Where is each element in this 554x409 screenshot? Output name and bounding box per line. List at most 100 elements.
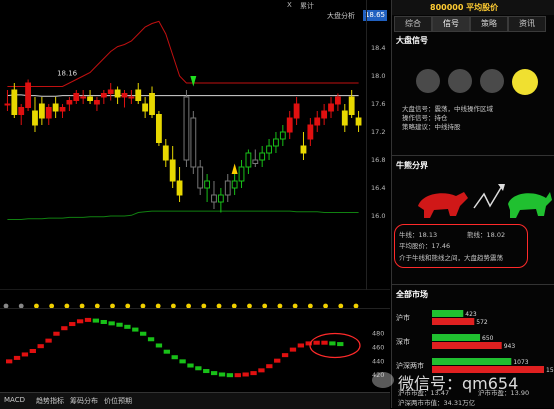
market-label: 沪深两市 <box>396 361 424 370</box>
market-bar-up <box>432 334 481 341</box>
momentum-bar <box>163 349 170 354</box>
candle <box>328 97 334 118</box>
market-bar-down <box>432 342 502 349</box>
momentum-panel[interactable]: 480 460 440 420 <box>0 308 390 393</box>
candle <box>128 90 135 104</box>
momentum-bar <box>266 364 273 369</box>
candle <box>87 90 93 104</box>
momentum-bar <box>132 327 139 332</box>
candle <box>314 111 321 132</box>
section-divider <box>392 155 554 156</box>
candle <box>190 111 197 174</box>
market-bar-up <box>432 310 464 317</box>
candle <box>245 149 252 174</box>
dapan-line-3: 策略建议：中线持股 <box>402 123 461 131</box>
candle <box>121 90 128 108</box>
tab-overview[interactable]: 综合 <box>394 16 432 32</box>
momentum-bar <box>37 344 44 349</box>
candle <box>197 160 204 195</box>
market-label: 深市 <box>396 337 410 346</box>
candle <box>11 83 18 118</box>
section-divider-2 <box>392 284 554 285</box>
candle <box>59 104 66 118</box>
candle <box>266 139 272 160</box>
market-value-down: 572 <box>476 319 488 326</box>
momentum-tick-label: 440 <box>372 357 384 365</box>
momentum-tick-label: 460 <box>372 344 384 352</box>
candle <box>176 167 183 202</box>
candle <box>217 188 224 213</box>
market-value-up: 1073 <box>513 359 528 366</box>
right-panel: 800000 平均股价 综合 信号 策略 资讯 大盘信号 大盘信号：震荡，中线操… <box>391 0 554 408</box>
candle <box>334 93 341 111</box>
candle <box>142 97 149 118</box>
candle <box>45 104 52 125</box>
candle <box>183 90 190 167</box>
candle <box>25 79 32 111</box>
candle <box>293 97 300 125</box>
price-tick-label: 16.0 <box>371 212 386 220</box>
kline-chart[interactable]: 18.16 <box>0 0 390 291</box>
light-dark-3 <box>480 69 504 93</box>
tab-macd[interactable]: MACD <box>4 396 25 404</box>
candle <box>341 104 348 132</box>
market-bar-down <box>432 318 475 325</box>
candle <box>238 160 245 188</box>
candle <box>38 97 45 125</box>
momentum-bar <box>242 372 249 377</box>
momentum-bar <box>108 321 115 326</box>
candle <box>348 90 355 118</box>
momentum-bar <box>92 318 100 323</box>
tab-signal[interactable]: 信号 <box>432 16 470 32</box>
zigzag-arrow-icon <box>473 185 503 209</box>
candle <box>300 132 307 160</box>
tab-strategy[interactable]: 策略 <box>470 16 508 32</box>
market-bar-up <box>432 358 512 365</box>
candle <box>114 86 121 104</box>
main-chart-panel[interactable]: 18.16 <box>0 0 390 291</box>
quanbu-title: 全部市场 <box>396 290 428 299</box>
momentum-bar <box>187 363 194 368</box>
market-value-down: 1515 <box>546 367 554 374</box>
candle <box>135 83 142 104</box>
tab-chip[interactable]: 筹码分布 <box>70 396 98 406</box>
candle <box>149 86 155 118</box>
momentum-bar <box>140 331 147 336</box>
price-high-label: 18.16 <box>57 70 78 78</box>
momentum-bar <box>147 337 155 342</box>
candle <box>231 174 238 195</box>
candle <box>73 90 80 104</box>
candle <box>204 174 211 202</box>
light-yellow <box>512 69 538 95</box>
momentum-bar <box>84 317 92 322</box>
momentum-bar <box>29 349 36 353</box>
stock-title-bar: 800000 平均股价 <box>392 0 554 15</box>
dakuai-label: 大盘分析 <box>327 12 355 20</box>
momentum-bar <box>53 331 60 336</box>
stock-title: 800000 平均股价 <box>430 3 499 12</box>
momentum-bar <box>61 326 68 331</box>
lower-band-line <box>7 210 359 220</box>
momentum-bar <box>45 338 52 343</box>
momentum-bar <box>274 358 281 363</box>
momentum-bar <box>321 340 328 345</box>
header-close-button[interactable]: X <box>287 1 292 9</box>
bear-icon <box>418 192 468 218</box>
candle <box>286 111 293 139</box>
candle <box>259 146 266 167</box>
momentum-bar <box>234 373 241 378</box>
candle <box>169 146 176 188</box>
tab-trend[interactable]: 趋势指标 <box>36 396 64 406</box>
candle <box>18 104 25 125</box>
candle <box>94 97 100 111</box>
momentum-bar <box>21 352 29 357</box>
candle <box>252 149 259 167</box>
light-dark-1 <box>416 69 440 93</box>
candle <box>355 111 362 132</box>
tab-news[interactable]: 资讯 <box>508 16 546 32</box>
price-tick-label: 18.0 <box>371 72 386 80</box>
bear-line-value: 熊线：18.02 <box>467 231 506 239</box>
price-tick-label: 17.2 <box>371 128 386 136</box>
candle <box>52 97 59 118</box>
tab-price[interactable]: 价位预期 <box>104 396 132 406</box>
